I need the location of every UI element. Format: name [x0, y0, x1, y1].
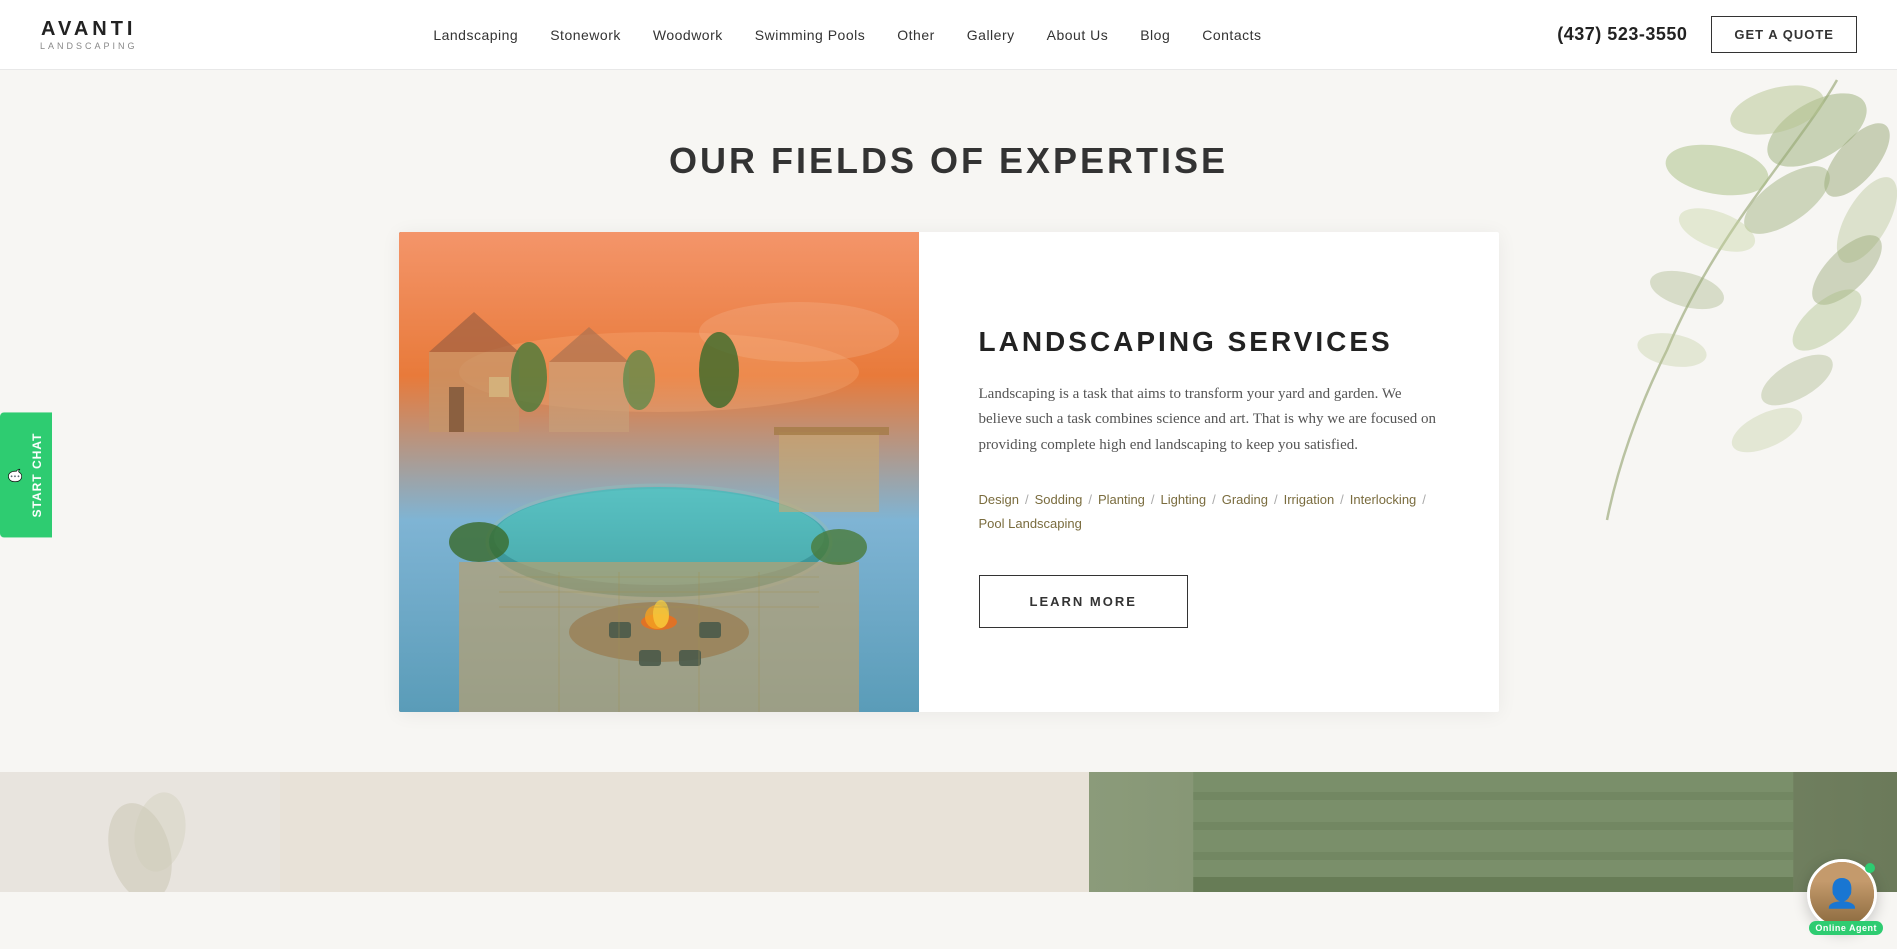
- leaf-decoration-icon: [1517, 70, 1897, 530]
- main-nav: Landscaping Stonework Woodwork Swimming …: [433, 27, 1261, 43]
- tag-planting: Planting: [1098, 488, 1145, 511]
- service-description: Landscaping is a task that aims to trans…: [979, 382, 1439, 459]
- pool-scene-bg: [399, 232, 919, 712]
- learn-more-button[interactable]: LEARN MORE: [979, 575, 1188, 628]
- nav-woodwork[interactable]: Woodwork: [653, 27, 723, 43]
- expertise-section: OUR FIELDS OF EXPERTISE: [0, 70, 1897, 772]
- agent-face-icon: 👤: [1810, 862, 1874, 926]
- bottom-preview: [0, 772, 1897, 892]
- online-indicator: [1865, 863, 1875, 873]
- nav-landscaping[interactable]: Landscaping: [433, 27, 518, 43]
- nav-other[interactable]: Other: [897, 27, 935, 43]
- logo-brand: AVANTI: [41, 18, 136, 41]
- nav-swimming-pools[interactable]: Swimming Pools: [755, 27, 865, 43]
- tag-interlocking: Interlocking: [1350, 488, 1416, 511]
- main-content: OUR FIELDS OF EXPERTISE: [0, 0, 1897, 892]
- chat-button[interactable]: 💬 START CHAT: [0, 412, 52, 537]
- preview-middle-panel: [280, 772, 1089, 892]
- service-card: LANDSCAPING SERVICES Landscaping is a ta…: [399, 232, 1499, 712]
- header-right: (437) 523-3550 GET A QUOTE: [1557, 16, 1857, 53]
- chat-label: START CHAT: [30, 432, 44, 517]
- nav-stonework[interactable]: Stonework: [550, 27, 621, 43]
- online-badge: Online Agent: [1809, 921, 1883, 935]
- tag-irrigation: Irrigation: [1284, 488, 1335, 511]
- get-quote-button[interactable]: GET A QUOTE: [1711, 16, 1857, 53]
- service-content: LANDSCAPING SERVICES Landscaping is a ta…: [919, 232, 1499, 712]
- service-title: LANDSCAPING SERVICES: [979, 326, 1439, 358]
- logo-sub: LANDSCAPING: [40, 41, 138, 51]
- tag-pool-landscaping: Pool Landscaping: [979, 512, 1082, 535]
- header: AVANTI LANDSCAPING Landscaping Stonework…: [0, 0, 1897, 70]
- nav-about-us[interactable]: About Us: [1047, 27, 1109, 43]
- logo[interactable]: AVANTI LANDSCAPING: [40, 18, 138, 51]
- tag-lighting: Lighting: [1161, 488, 1207, 511]
- chat-icon: 💬: [8, 467, 22, 483]
- preview-leaf-icon: [80, 772, 200, 892]
- preview-right-panel: [1089, 772, 1897, 892]
- tag-sodding: Sodding: [1035, 488, 1083, 511]
- tag-design: Design: [979, 488, 1019, 511]
- nav-blog[interactable]: Blog: [1140, 27, 1170, 43]
- nav-contacts[interactable]: Contacts: [1202, 27, 1261, 43]
- preview-right-illustration: [1089, 772, 1897, 892]
- tag-grading: Grading: [1222, 488, 1268, 511]
- pool-illustration: [399, 232, 919, 712]
- preview-left-panel: [0, 772, 280, 892]
- nav-gallery[interactable]: Gallery: [967, 27, 1015, 43]
- service-image: [399, 232, 919, 712]
- service-tags: Design / Sodding / Planting / Lighting /…: [979, 488, 1439, 535]
- phone-number: (437) 523-3550: [1557, 24, 1687, 45]
